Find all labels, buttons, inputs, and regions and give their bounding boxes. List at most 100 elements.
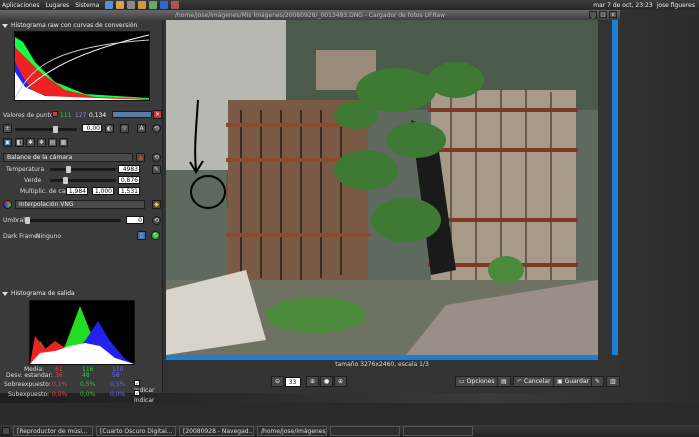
interpolation-icon <box>3 200 12 209</box>
threshold-label: Umbral <box>3 217 25 224</box>
indicar-under-checkbox[interactable]: ✓Indicar <box>134 390 162 404</box>
task-empty[interactable] <box>403 426 473 436</box>
minimize-button[interactable]: _ <box>589 11 597 18</box>
tab-crop[interactable]: ▤ <box>48 138 57 147</box>
exposure-input[interactable]: 0,00 <box>82 124 102 132</box>
browser-launcher-icon[interactable] <box>105 1 114 9</box>
point-value-r: 111 <box>60 112 72 119</box>
send-to-gimp-button[interactable]: ✎ <box>591 376 605 387</box>
expander-icon <box>2 291 8 296</box>
color-swatch <box>112 111 152 118</box>
reset-icon[interactable]: ⟲ <box>152 153 161 162</box>
options-button[interactable]: ▭ Opciones <box>455 376 499 387</box>
vertical-scrollbar[interactable] <box>612 20 618 355</box>
stats-sobre-g: 0,5% <box>80 381 96 388</box>
mail-launcher-icon[interactable] <box>116 1 125 9</box>
expander-icon <box>2 23 8 28</box>
white-balance-combo[interactable]: Balance de la cámara <box>3 153 133 162</box>
cancel-icon: ↶ <box>517 377 523 385</box>
menu-places[interactable]: Lugares <box>45 2 69 9</box>
stats-sobre-r: 0,1% <box>52 381 68 388</box>
temperature-input[interactable]: 4983 <box>118 165 140 173</box>
save-as-button[interactable]: ▥ <box>606 376 620 387</box>
raw-histogram-header[interactable]: Histograma raw con curvas de conversión <box>2 22 137 29</box>
options-icon: ▭ <box>459 377 465 385</box>
multiplier-g-input[interactable]: 1,000 <box>92 187 114 195</box>
tab-color[interactable]: ❖ <box>37 138 46 147</box>
task-browser[interactable]: [20080928 - Navegad... <box>179 426 254 436</box>
date-time[interactable]: mar 7 de oct, 23:23 <box>593 2 652 9</box>
checkbox-check-icon[interactable]: ✓ <box>134 380 140 387</box>
menu-applications[interactable]: Aplicaciones <box>2 2 39 9</box>
tab-white-balance[interactable]: ▣ <box>3 138 12 147</box>
zoom-fit-button[interactable]: ● <box>320 376 334 387</box>
cancel-button[interactable]: ↶ Cancelar <box>513 376 555 387</box>
save-icon: ▣ <box>557 377 563 385</box>
menu-system[interactable]: Sistema <box>75 2 99 9</box>
green-slider[interactable] <box>50 177 116 184</box>
delete-button[interactable]: ▤ <box>497 376 511 387</box>
smoothing-icon[interactable]: ◆ <box>152 200 161 209</box>
load-icon[interactable]: ↻ <box>151 231 160 240</box>
close-icon[interactable]: × <box>153 110 162 119</box>
zoom-100-button[interactable]: ⊕ <box>334 376 348 387</box>
red-swatch-icon <box>52 111 58 117</box>
zoom-in-icon: ⊕ <box>310 377 316 385</box>
tab-gray[interactable]: ◧ <box>15 138 24 147</box>
green-input[interactable]: 0,876 <box>118 176 140 184</box>
close-button[interactable]: x <box>609 11 617 18</box>
app-launcher-icon[interactable] <box>171 1 180 9</box>
output-histogram <box>29 300 135 365</box>
stats-desv-g: 48 <box>82 372 90 379</box>
zoom-out-icon: ⊖ <box>275 377 281 385</box>
settings-panel: Histograma raw con curvas de conversión … <box>0 20 163 404</box>
zoom-fit-icon: ● <box>324 377 330 385</box>
threshold-input[interactable]: 0 <box>126 216 144 224</box>
open-file-icon[interactable]: ▯ <box>137 231 146 240</box>
raw-histogram-graph <box>14 34 150 100</box>
exposure-icon[interactable]: ± <box>3 124 12 133</box>
app-launcher-icon[interactable] <box>149 1 158 9</box>
multiplier-b-input[interactable]: 1,531 <box>118 187 140 195</box>
auto-exposure-icon[interactable]: ◐ <box>105 124 114 133</box>
folder-launcher-icon[interactable] <box>138 1 147 9</box>
point-value-g: 127 <box>75 112 87 119</box>
auto-icon[interactable]: A <box>137 124 146 133</box>
save-button[interactable]: ▣ Guardar <box>553 376 594 387</box>
task-darkroom[interactable]: [Cuarto Oscuro Digital... <box>96 426 176 436</box>
task-music-player[interactable]: [Reproductor de músi... <box>13 426 93 436</box>
show-desktop-icon[interactable] <box>2 427 10 435</box>
taskbar: [Reproductor de músi... [Cuarto Oscuro D… <box>0 425 699 437</box>
zoom-in-button[interactable]: ⊕ <box>306 376 320 387</box>
exposure-slider[interactable] <box>15 126 77 133</box>
eyedropper-icon[interactable]: ✎ <box>152 165 161 174</box>
tab-exif[interactable]: ▦ <box>59 138 68 147</box>
temperature-label: Temperatura <box>6 166 45 173</box>
output-histogram-header[interactable]: Histograma de salida <box>2 290 75 297</box>
reset-icon[interactable]: ⟲ <box>152 216 161 225</box>
lightbulb-icon[interactable]: ☼ <box>120 124 129 133</box>
tab-exposure[interactable]: ✱ <box>26 138 35 147</box>
task-file-manager[interactable]: /home/jose/Imágenes/... <box>257 426 327 436</box>
terminal-launcher-icon[interactable] <box>127 1 136 9</box>
reset-icon[interactable]: ⟲ <box>152 124 161 133</box>
zoom-input[interactable]: 33 <box>285 377 301 387</box>
app-launcher-icon[interactable] <box>160 1 169 9</box>
photo-barrels <box>166 20 598 355</box>
interpolation-combo[interactable]: Interpolación VNG <box>15 200 145 209</box>
clock-area: mar 7 de oct, 23:23 jose figueres <box>593 0 695 10</box>
save-as-icon: ▥ <box>610 377 616 385</box>
stats-sobre-label: Sobreexpuesto: <box>4 381 51 388</box>
zoom-out-button[interactable]: ⊖ <box>271 376 285 387</box>
threshold-slider[interactable] <box>25 217 121 224</box>
user-name[interactable]: jose figueres <box>657 2 695 9</box>
task-empty[interactable] <box>330 426 400 436</box>
multiplier-r-input[interactable]: 1,984 <box>66 187 88 195</box>
maximize-button[interactable]: □ <box>599 11 607 18</box>
window-titlebar[interactable]: /home/jose/Imágenes/Mis Imágenes/2008092… <box>0 10 620 20</box>
checkbox-check-icon[interactable]: ✓ <box>134 390 140 397</box>
image-preview[interactable] <box>166 20 598 355</box>
temperature-slider[interactable] <box>50 166 116 173</box>
stats-sub-r: 0,0% <box>52 391 68 398</box>
zoom-100-icon: ⊕ <box>338 377 344 385</box>
